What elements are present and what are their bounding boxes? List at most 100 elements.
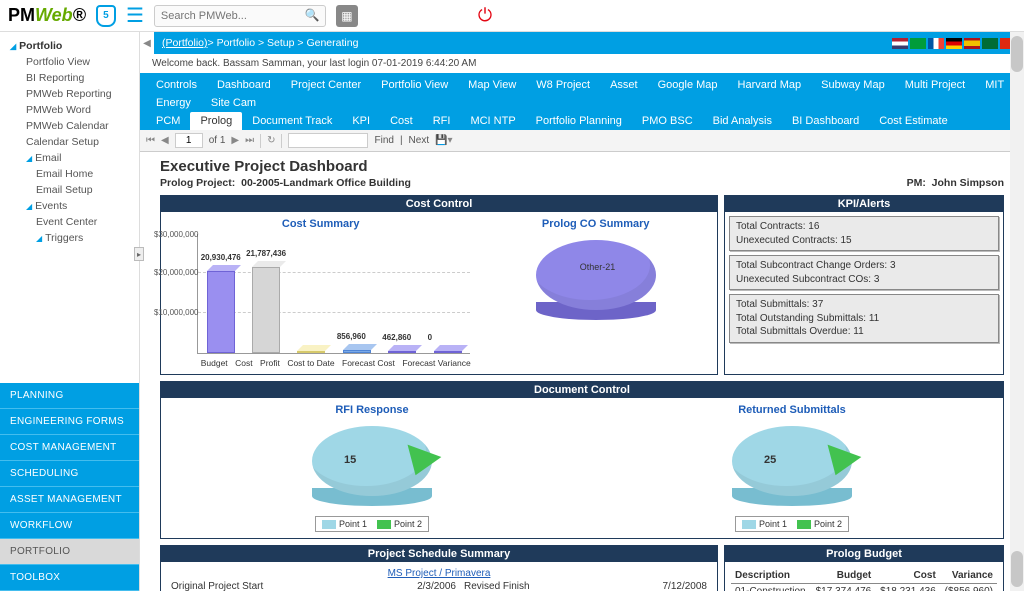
tab-item[interactable]: BI Dashboard xyxy=(782,112,869,130)
tab-item[interactable]: Map View xyxy=(458,76,526,94)
tab-item[interactable]: Google Map xyxy=(648,76,728,94)
tab-item[interactable]: Multi Project xyxy=(895,76,976,94)
search-icon[interactable]: 🔍 xyxy=(305,8,320,22)
tab-item[interactable]: Harvard Map xyxy=(728,76,812,94)
tree-item[interactable]: Email Setup xyxy=(10,182,135,198)
menu-icon[interactable]: ☰ xyxy=(126,3,144,28)
breadcrumb-root[interactable]: (Portfolio) xyxy=(162,37,208,49)
flag-fr-icon[interactable] xyxy=(928,38,944,49)
leftnav-item[interactable]: PORTFOLIO xyxy=(0,539,139,565)
page-input[interactable] xyxy=(175,133,203,148)
tree-item[interactable]: Calendar Setup xyxy=(10,134,135,150)
flag-br-icon[interactable] xyxy=(910,38,926,49)
tab-item[interactable]: MCI NTP xyxy=(460,112,525,130)
panel-document-control: Document Control RFI Response 15 Point 1 xyxy=(160,381,1004,539)
xtick: Budget xyxy=(201,358,228,368)
page-scrollbar[interactable] xyxy=(1010,32,1024,591)
leftnav-item[interactable]: COST MANAGEMENT xyxy=(0,435,139,461)
tab-item[interactable]: Asset xyxy=(600,76,648,94)
kpi-box: Total Contracts: 16Unexecuted Contracts:… xyxy=(729,216,999,251)
xtick: Cost xyxy=(235,358,252,368)
panel-head: Prolog Budget xyxy=(725,546,1003,562)
scroll-thumb[interactable] xyxy=(1011,551,1023,587)
tab-item[interactable]: Dashboard xyxy=(207,76,281,94)
next-label[interactable]: Next xyxy=(409,135,430,146)
tree-item[interactable]: BI Reporting xyxy=(10,70,135,86)
leftnav-item[interactable]: TOOLBOX xyxy=(0,565,139,591)
tab-item[interactable]: Portfolio View xyxy=(371,76,458,94)
flag-de-icon[interactable] xyxy=(946,38,962,49)
next-page-icon[interactable]: ▶ xyxy=(231,135,239,146)
chart-legend: Point 1 Point 2 xyxy=(315,516,429,532)
panel-cost-control: Cost Control Cost Summary $10,000,000 $2… xyxy=(160,195,718,375)
calendar-button[interactable]: ▦ xyxy=(336,5,358,27)
tab-item[interactable]: MIT xyxy=(975,76,1014,94)
ytick: $20,000,000 xyxy=(154,268,199,277)
scroll-thumb[interactable] xyxy=(1011,36,1023,72)
tab-item[interactable]: Site Cam xyxy=(201,94,266,112)
tab-item[interactable]: Project Center xyxy=(281,76,371,94)
kpi-box: Total Submittals: 37Total Outstanding Su… xyxy=(729,294,999,343)
flag-us-icon[interactable] xyxy=(892,38,908,49)
power-icon[interactable]: ⏻ xyxy=(478,5,492,26)
tree-item[interactable]: Email Home xyxy=(10,166,135,182)
tree-item[interactable]: PMWeb Reporting xyxy=(10,86,135,102)
find-input[interactable] xyxy=(288,133,368,148)
table-row: 01-Construction$17,374,476$18,231,436($8… xyxy=(731,584,997,591)
shield-badge[interactable]: 5 xyxy=(96,5,116,27)
tree-item[interactable]: PMWeb Calendar xyxy=(10,118,135,134)
tree-root[interactable]: ◢Portfolio xyxy=(10,38,135,54)
tab-item[interactable]: Bid Analysis xyxy=(703,112,782,130)
search-input[interactable] xyxy=(154,5,326,27)
tab-item[interactable]: Controls xyxy=(146,76,207,94)
tab-item[interactable]: Energy xyxy=(146,94,201,112)
tree-triggers[interactable]: ◢Triggers xyxy=(10,230,135,246)
pm-line: PM: John Simpson xyxy=(907,177,1004,189)
tab-item[interactable]: Prolog xyxy=(190,112,242,130)
leftnav-item[interactable]: PLANNING xyxy=(0,383,139,409)
tab-item[interactable]: Document Track xyxy=(242,112,342,130)
language-flags xyxy=(892,38,1016,49)
tab-item[interactable]: Cost xyxy=(380,112,423,130)
chart-prolog-co: Prolog CO Summary Other-21 xyxy=(480,218,711,368)
left-nav: PLANNINGENGINEERING FORMSCOST MANAGEMENT… xyxy=(0,383,139,591)
tree-collapse-handle[interactable]: ▸ xyxy=(134,247,144,261)
tab-item[interactable]: PCM xyxy=(146,112,190,130)
tree-email[interactable]: ◢Email xyxy=(10,150,135,166)
tab-item[interactable]: KPI xyxy=(342,112,380,130)
pie-chart: 15 xyxy=(312,426,432,506)
first-page-icon[interactable]: ⏮ xyxy=(146,135,155,146)
tab-item[interactable]: Cost Estimate xyxy=(869,112,957,130)
leftnav-item[interactable]: ASSET MANAGEMENT xyxy=(0,487,139,513)
tab-item[interactable]: PMO BSC xyxy=(632,112,703,130)
nav-tree: ◢Portfolio Portfolio View BI Reporting P… xyxy=(0,32,139,252)
find-label[interactable]: Find xyxy=(374,135,393,146)
flag-es-icon[interactable] xyxy=(964,38,980,49)
prev-page-icon[interactable]: ◀ xyxy=(161,135,169,146)
bar: 856,960 xyxy=(343,350,371,353)
leftnav-item[interactable]: SCHEDULING xyxy=(0,461,139,487)
table-row: Original Project Start2/3/2006Revised Fi… xyxy=(167,579,711,591)
flag-sa-icon[interactable] xyxy=(982,38,998,49)
pie-label: Other-21 xyxy=(580,262,616,272)
leftnav-item[interactable]: ENGINEERING FORMS xyxy=(0,409,139,435)
collapse-left-icon[interactable]: ◀ xyxy=(140,32,154,54)
tab-item[interactable]: W8 Project xyxy=(526,76,600,94)
app-topbar: PMWeb® 5 ☰ 🔍 ▦ ⏻ xyxy=(0,0,1024,32)
breadcrumb-bar: ◀ (Portfolio) > Portfolio > Setup > Gene… xyxy=(140,32,1024,54)
last-page-icon[interactable]: ⏭ xyxy=(245,135,254,146)
export-icon[interactable]: 💾▾ xyxy=(435,135,452,146)
tab-item[interactable]: RFI xyxy=(423,112,461,130)
refresh-icon[interactable]: ↻ xyxy=(267,135,275,146)
tree-item[interactable]: Portfolio View xyxy=(10,54,135,70)
tree-events[interactable]: ◢Events xyxy=(10,198,135,214)
leftnav-item[interactable]: WORKFLOW xyxy=(0,513,139,539)
tab-item[interactable]: Subway Map xyxy=(811,76,895,94)
tree-item[interactable]: PMWeb Word xyxy=(10,102,135,118)
panel-kpi: KPI/Alerts Total Contracts: 16Unexecuted… xyxy=(724,195,1004,375)
schedule-link[interactable]: MS Project / Primavera xyxy=(388,568,491,579)
dashboard-body: Executive Project Dashboard Prolog Proje… xyxy=(140,152,1024,591)
tree-item[interactable]: Event Center xyxy=(10,214,135,230)
tab-item[interactable]: Portfolio Planning xyxy=(526,112,632,130)
panel-budget: Prolog Budget DescriptionBudgetCostVaria… xyxy=(724,545,1004,591)
